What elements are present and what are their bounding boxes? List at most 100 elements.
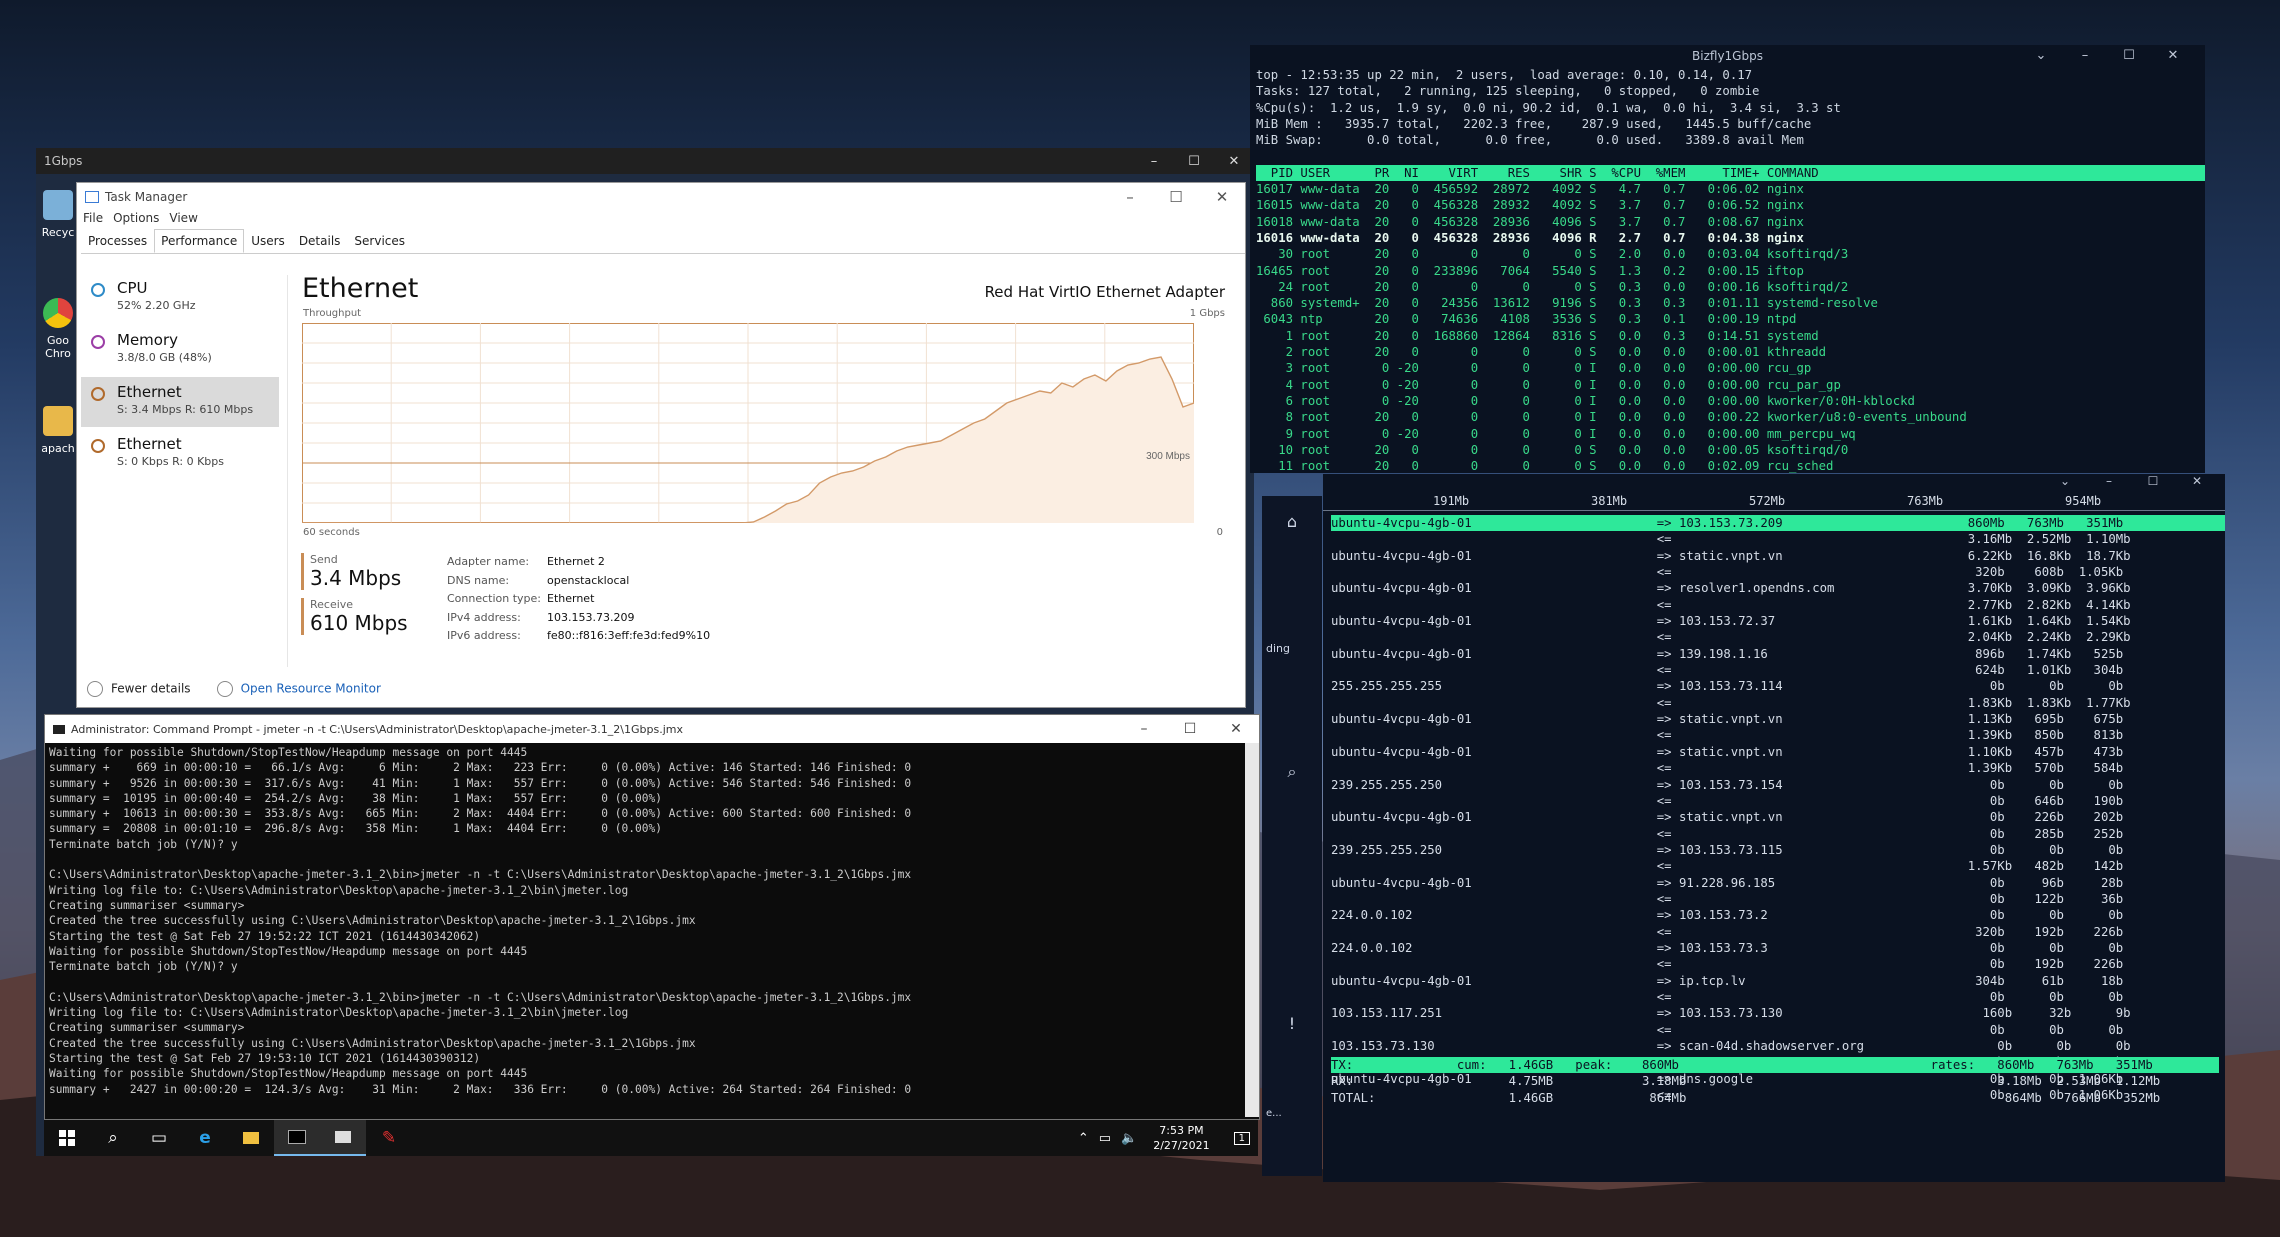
menu-view[interactable]: View bbox=[169, 211, 197, 229]
process-row[interactable]: 16018 www-data 20 0 456328 28936 4096 S … bbox=[1256, 214, 2205, 230]
connection-line[interactable]: ubuntu-4vcpu-4gb-01 => 91.228.96.185 0b … bbox=[1331, 875, 2225, 891]
clock[interactable]: 7:53 PM 2/27/2021 bbox=[1153, 1123, 1209, 1153]
maximize-button[interactable]: ☐ bbox=[2131, 474, 2175, 488]
desktop-icon-chrome[interactable]: Goo Chro bbox=[36, 286, 80, 394]
process-row[interactable]: 16016 www-data 20 0 456328 28936 4096 R … bbox=[1256, 230, 2205, 246]
process-row[interactable]: 24 root 20 0 0 0 0 S 0.3 0.0 0:00.16 kso… bbox=[1256, 279, 2205, 295]
process-row[interactable]: 3 root 0 -20 0 0 0 I 0.0 0.0 0:00.00 rcu… bbox=[1256, 360, 2205, 376]
close-button[interactable]: ✕ bbox=[1214, 154, 1254, 169]
connection-line[interactable]: <= 1.83Kb 1.83Kb 1.77Kb bbox=[1331, 695, 2225, 711]
task-view-button[interactable]: ▭ bbox=[136, 1120, 182, 1156]
connection-line[interactable]: <= 0b 0b 0b bbox=[1331, 989, 2225, 1005]
open-resource-monitor-link[interactable]: Open Resource Monitor bbox=[216, 681, 381, 697]
connection-line[interactable]: 224.0.0.102 => 103.153.73.3 0b 0b 0b bbox=[1331, 940, 2225, 956]
desktop-icon-apache[interactable]: apach bbox=[36, 394, 80, 502]
tab-processes[interactable]: Processes bbox=[81, 229, 154, 253]
chevron-up-icon[interactable]: ⌃ bbox=[1078, 1131, 1089, 1146]
close-button[interactable]: ✕ bbox=[1213, 721, 1259, 737]
taskbar-ie[interactable]: e bbox=[182, 1120, 228, 1156]
resource-ethernet-1[interactable]: Ethernet S: 3.4 Mbps R: 610 Mbps bbox=[81, 377, 279, 427]
connection-line[interactable]: <= 0b 646b 190b bbox=[1331, 793, 2225, 809]
taskbar-explorer[interactable] bbox=[228, 1120, 274, 1156]
connection-line[interactable]: <= 3.16Mb 2.52Mb 1.10Mb bbox=[1331, 531, 2225, 547]
connection-line[interactable]: 103.153.73.130 => scan-04d.shadowserver.… bbox=[1331, 1038, 2225, 1054]
connection-line[interactable]: <= 1.39Kb 570b 584b bbox=[1331, 760, 2225, 776]
iftop-output[interactable]: ubuntu-4vcpu-4gb-01 => 103.153.73.209 86… bbox=[1323, 515, 2225, 1103]
connection-line[interactable]: <= 2.77Kb 2.82Kb 4.14Kb bbox=[1331, 597, 2225, 613]
connection-line[interactable]: ubuntu-4vcpu-4gb-01 => static.vnpt.vn 1.… bbox=[1331, 711, 2225, 727]
minimize-button[interactable]: – bbox=[2087, 474, 2131, 488]
taskbar-app[interactable]: ✎ bbox=[366, 1120, 412, 1156]
process-row[interactable]: 8 root 20 0 0 0 0 I 0.0 0.0 0:00.22 kwor… bbox=[1256, 409, 2205, 425]
process-row[interactable]: 16015 www-data 20 0 456328 28932 4092 S … bbox=[1256, 197, 2205, 213]
close-button[interactable]: ✕ bbox=[1199, 188, 1245, 206]
connection-line[interactable]: 103.153.117.251 => 103.153.73.130 160b 3… bbox=[1331, 1005, 2225, 1021]
connection-line[interactable]: 224.0.0.102 => 103.153.73.2 0b 0b 0b bbox=[1331, 907, 2225, 923]
menu-file[interactable]: File bbox=[83, 211, 103, 229]
tab-details[interactable]: Details bbox=[292, 229, 348, 253]
process-row[interactable]: 10 root 20 0 0 0 0 S 0.0 0.0 0:00.05 kso… bbox=[1256, 442, 2205, 458]
connection-line[interactable]: <= 0b 192b 226b bbox=[1331, 956, 2225, 972]
chevron-down-icon[interactable]: ⌄ bbox=[2019, 45, 2063, 67]
scrollbar[interactable] bbox=[1245, 743, 1259, 1117]
fewer-details-button[interactable]: Fewer details bbox=[87, 681, 191, 697]
tab-users[interactable]: Users bbox=[244, 229, 292, 253]
minimize-button[interactable]: – bbox=[1121, 721, 1167, 737]
maximize-button[interactable]: ☐ bbox=[2107, 45, 2151, 67]
minimize-button[interactable]: – bbox=[1107, 188, 1153, 206]
command-output[interactable]: Waiting for possible Shutdown/StopTestNo… bbox=[45, 743, 1259, 1097]
connection-line[interactable]: ubuntu-4vcpu-4gb-01 => static.vnpt.vn 1.… bbox=[1331, 744, 2225, 760]
process-row[interactable]: 9 root 0 -20 0 0 0 I 0.0 0.0 0:00.00 mm_… bbox=[1256, 426, 2205, 442]
process-row[interactable]: 16465 root 20 0 233896 7064 5540 S 1.3 0… bbox=[1256, 263, 2205, 279]
connection-line[interactable]: ubuntu-4vcpu-4gb-01 => 139.198.1.16 896b… bbox=[1331, 646, 2225, 662]
top-output[interactable]: top - 12:53:35 up 22 min, 2 users, load … bbox=[1250, 67, 2205, 474]
notification-icon[interactable]: 1 bbox=[1233, 1131, 1250, 1145]
desktop-icon-recycle-bin[interactable]: Recyc bbox=[36, 178, 80, 286]
connection-line[interactable]: <= 320b 192b 226b bbox=[1331, 924, 2225, 940]
maximize-button[interactable]: ☐ bbox=[1153, 188, 1199, 206]
menu-options[interactable]: Options bbox=[113, 211, 159, 229]
process-row[interactable]: 860 systemd+ 20 0 24356 13612 9196 S 0.3… bbox=[1256, 295, 2205, 311]
resource-memory[interactable]: Memory 3.8/8.0 GB (48%) bbox=[81, 325, 279, 375]
resource-ethernet-2[interactable]: Ethernet S: 0 Kbps R: 0 Kbps bbox=[81, 429, 279, 479]
taskbar-task-manager[interactable] bbox=[320, 1120, 366, 1156]
connection-line[interactable]: <= 1.39Kb 850b 813b bbox=[1331, 727, 2225, 743]
connection-line[interactable]: ubuntu-4vcpu-4gb-01 => 103.153.73.209 86… bbox=[1331, 515, 2225, 532]
close-button[interactable]: ✕ bbox=[2175, 474, 2219, 488]
start-button[interactable] bbox=[44, 1120, 90, 1156]
connection-line[interactable]: 239.255.255.250 => 103.153.73.154 0b 0b … bbox=[1331, 777, 2225, 793]
tab-performance[interactable]: Performance bbox=[154, 229, 245, 253]
process-row[interactable]: 6043 ntp 20 0 74636 4108 3536 S 0.3 0.1 … bbox=[1256, 311, 2205, 327]
minimize-button[interactable]: – bbox=[1134, 154, 1174, 169]
connection-line[interactable]: <= 320b 608b 1.05Kb bbox=[1331, 564, 2225, 580]
resource-cpu[interactable]: CPU 52% 2.20 GHz bbox=[81, 273, 279, 323]
connection-line[interactable]: ubuntu-4vcpu-4gb-01 => ip.tcp.lv 304b 61… bbox=[1331, 973, 2225, 989]
home-icon[interactable]: ⌂ bbox=[1262, 512, 1322, 531]
maximize-button[interactable]: ☐ bbox=[1174, 154, 1214, 169]
chevron-down-icon[interactable]: ⌄ bbox=[2043, 474, 2087, 488]
process-row[interactable]: 2 root 20 0 0 0 0 S 0.0 0.0 0:00.01 kthr… bbox=[1256, 344, 2205, 360]
connection-line[interactable]: <= 2.04Kb 2.24Kb 2.29Kb bbox=[1331, 629, 2225, 645]
process-row[interactable]: 11 root 20 0 0 0 0 S 0.0 0.0 0:02.09 rcu… bbox=[1256, 458, 2205, 474]
connection-line[interactable]: <= 624b 1.01Kb 304b bbox=[1331, 662, 2225, 678]
tab-services[interactable]: Services bbox=[347, 229, 412, 253]
connection-line[interactable]: <= 1.57Kb 482b 142b bbox=[1331, 858, 2225, 874]
network-icon[interactable]: ▭ bbox=[1099, 1131, 1111, 1146]
connection-line[interactable]: <= 0b 122b 36b bbox=[1331, 891, 2225, 907]
connection-line[interactable]: ubuntu-4vcpu-4gb-01 => resolver1.opendns… bbox=[1331, 580, 2225, 596]
taskbar-cmd[interactable] bbox=[274, 1120, 320, 1156]
process-row[interactable]: 1 root 20 0 168860 12864 8316 S 0.0 0.3 … bbox=[1256, 328, 2205, 344]
search-button[interactable]: ⌕ bbox=[90, 1120, 136, 1156]
connection-line[interactable]: <= 0b 285b 252b bbox=[1331, 826, 2225, 842]
volume-muted-icon[interactable]: 🔈 bbox=[1121, 1131, 1137, 1146]
process-row[interactable]: 16017 www-data 20 0 456592 28972 4092 S … bbox=[1256, 181, 2205, 197]
process-row[interactable]: 4 root 0 -20 0 0 0 I 0.0 0.0 0:00.00 rcu… bbox=[1256, 377, 2205, 393]
maximize-button[interactable]: ☐ bbox=[1167, 721, 1213, 737]
process-row[interactable]: 30 root 20 0 0 0 0 S 2.0 0.0 0:03.04 kso… bbox=[1256, 246, 2205, 262]
search-icon[interactable]: ⌕ bbox=[1262, 762, 1322, 782]
connection-line[interactable]: 239.255.255.250 => 103.153.73.115 0b 0b … bbox=[1331, 842, 2225, 858]
connection-line[interactable]: ubuntu-4vcpu-4gb-01 => static.vnpt.vn 0b… bbox=[1331, 809, 2225, 825]
connection-line[interactable]: 255.255.255.255 => 103.153.73.114 0b 0b … bbox=[1331, 678, 2225, 694]
process-row[interactable]: 6 root 0 -20 0 0 0 I 0.0 0.0 0:00.00 kwo… bbox=[1256, 393, 2205, 409]
minimize-button[interactable]: – bbox=[2063, 45, 2107, 67]
